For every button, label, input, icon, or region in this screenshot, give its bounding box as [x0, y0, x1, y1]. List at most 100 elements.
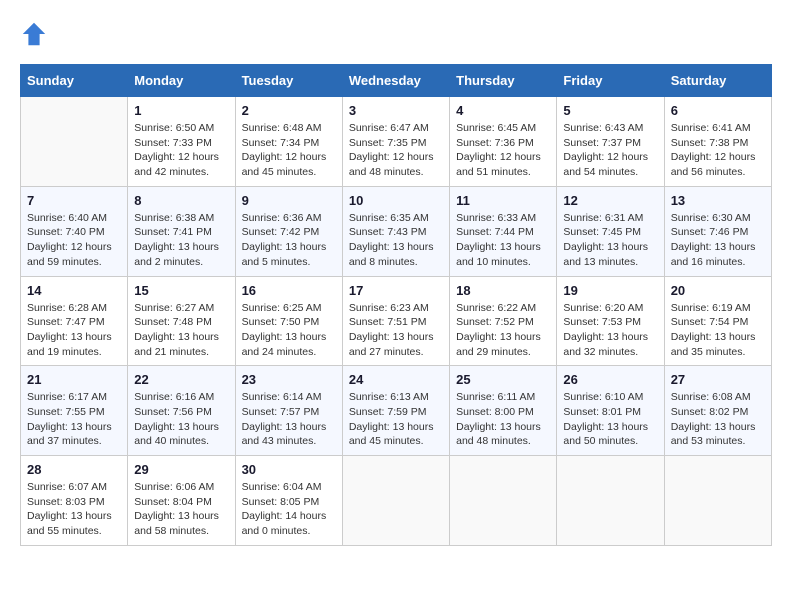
day-info: Sunrise: 6:31 AM Sunset: 7:45 PM Dayligh…: [563, 211, 657, 270]
day-number: 5: [563, 103, 657, 118]
page-header: [20, 20, 772, 48]
calendar-cell: 22Sunrise: 6:16 AM Sunset: 7:56 PM Dayli…: [128, 366, 235, 456]
logo-icon: [20, 20, 48, 48]
day-number: 23: [242, 372, 336, 387]
day-number: 17: [349, 283, 443, 298]
day-number: 13: [671, 193, 765, 208]
day-info: Sunrise: 6:08 AM Sunset: 8:02 PM Dayligh…: [671, 390, 765, 449]
day-info: Sunrise: 6:45 AM Sunset: 7:36 PM Dayligh…: [456, 121, 550, 180]
day-info: Sunrise: 6:11 AM Sunset: 8:00 PM Dayligh…: [456, 390, 550, 449]
day-info: Sunrise: 6:19 AM Sunset: 7:54 PM Dayligh…: [671, 301, 765, 360]
day-number: 8: [134, 193, 228, 208]
day-number: 1: [134, 103, 228, 118]
day-info: Sunrise: 6:13 AM Sunset: 7:59 PM Dayligh…: [349, 390, 443, 449]
day-info: Sunrise: 6:14 AM Sunset: 7:57 PM Dayligh…: [242, 390, 336, 449]
calendar-cell: 4 Sunrise: 6:45 AM Sunset: 7:36 PM Daylig…: [450, 97, 557, 187]
day-info: Sunrise: 6:41 AM Sunset: 7:38 PM Dayligh…: [671, 121, 765, 180]
calendar-cell: 20 Sunrise: 6:19 AM Sunset: 7:54 PM Dayli…: [664, 276, 771, 366]
calendar-week-row: 21 Sunrise: 6:17 AM Sunset: 7:55 PM Dayli…: [21, 366, 772, 456]
calendar-cell: 10Sunrise: 6:35 AM Sunset: 7:43 PM Dayli…: [342, 186, 449, 276]
calendar-cell: 2 Sunrise: 6:48 AM Sunset: 7:34 PM Daylig…: [235, 97, 342, 187]
calendar-cell: 21 Sunrise: 6:17 AM Sunset: 7:55 PM Dayli…: [21, 366, 128, 456]
day-info: Sunrise: 6:25 AM Sunset: 7:50 PM Dayligh…: [242, 301, 336, 360]
day-number: 21: [27, 372, 121, 387]
days-header-row: SundayMondayTuesdayWednesdayThursdayFrid…: [21, 65, 772, 97]
day-info: Sunrise: 6:23 AM Sunset: 7:51 PM Dayligh…: [349, 301, 443, 360]
calendar-cell: [664, 456, 771, 546]
calendar-table: SundayMondayTuesdayWednesdayThursdayFrid…: [20, 64, 772, 546]
calendar-cell: 5 Sunrise: 6:43 AM Sunset: 7:37 PM Daylig…: [557, 97, 664, 187]
calendar-cell: 14 Sunrise: 6:28 AM Sunset: 7:47 PM Dayli…: [21, 276, 128, 366]
day-number: 29: [134, 462, 228, 477]
day-info: Sunrise: 6:10 AM Sunset: 8:01 PM Dayligh…: [563, 390, 657, 449]
day-number: 7: [27, 193, 121, 208]
day-info: Sunrise: 6:33 AM Sunset: 7:44 PM Dayligh…: [456, 211, 550, 270]
calendar-cell: 13 Sunrise: 6:30 AM Sunset: 7:46 PM Dayli…: [664, 186, 771, 276]
day-info: Sunrise: 6:17 AM Sunset: 7:55 PM Dayligh…: [27, 390, 121, 449]
day-info: Sunrise: 6:36 AM Sunset: 7:42 PM Dayligh…: [242, 211, 336, 270]
day-number: 2: [242, 103, 336, 118]
day-info: Sunrise: 6:50 AM Sunset: 7:33 PM Dayligh…: [134, 121, 228, 180]
calendar-cell: 28 Sunrise: 6:07 AM Sunset: 8:03 PM Dayli…: [21, 456, 128, 546]
day-number: 28: [27, 462, 121, 477]
day-number: 3: [349, 103, 443, 118]
day-of-week-header: Wednesday: [342, 65, 449, 97]
day-number: 19: [563, 283, 657, 298]
day-of-week-header: Thursday: [450, 65, 557, 97]
day-number: 11: [456, 193, 550, 208]
day-number: 24: [349, 372, 443, 387]
day-number: 16: [242, 283, 336, 298]
calendar-cell: 23 Sunrise: 6:14 AM Sunset: 7:57 PM Dayli…: [235, 366, 342, 456]
day-info: Sunrise: 6:27 AM Sunset: 7:48 PM Dayligh…: [134, 301, 228, 360]
day-info: Sunrise: 6:38 AM Sunset: 7:41 PM Dayligh…: [134, 211, 228, 270]
calendar-cell: 1 Sunrise: 6:50 AM Sunset: 7:33 PM Daylig…: [128, 97, 235, 187]
calendar-cell: 11 Sunrise: 6:33 AM Sunset: 7:44 PM Dayli…: [450, 186, 557, 276]
day-number: 14: [27, 283, 121, 298]
calendar-cell: 8 Sunrise: 6:38 AM Sunset: 7:41 PM Daylig…: [128, 186, 235, 276]
day-of-week-header: Friday: [557, 65, 664, 97]
day-number: 27: [671, 372, 765, 387]
day-number: 9: [242, 193, 336, 208]
calendar-cell: [342, 456, 449, 546]
calendar-cell: 12 Sunrise: 6:31 AM Sunset: 7:45 PM Dayli…: [557, 186, 664, 276]
day-number: 4: [456, 103, 550, 118]
day-info: Sunrise: 6:16 AM Sunset: 7:56 PM Dayligh…: [134, 390, 228, 449]
day-info: Sunrise: 6:30 AM Sunset: 7:46 PM Dayligh…: [671, 211, 765, 270]
calendar-week-row: 28 Sunrise: 6:07 AM Sunset: 8:03 PM Dayli…: [21, 456, 772, 546]
calendar-cell: [450, 456, 557, 546]
day-number: 15: [134, 283, 228, 298]
day-info: Sunrise: 6:07 AM Sunset: 8:03 PM Dayligh…: [27, 480, 121, 539]
calendar-cell: 27 Sunrise: 6:08 AM Sunset: 8:02 PM Dayli…: [664, 366, 771, 456]
calendar-cell: 18Sunrise: 6:22 AM Sunset: 7:52 PM Dayli…: [450, 276, 557, 366]
day-of-week-header: Monday: [128, 65, 235, 97]
day-of-week-header: Sunday: [21, 65, 128, 97]
day-info: Sunrise: 6:48 AM Sunset: 7:34 PM Dayligh…: [242, 121, 336, 180]
calendar-week-row: 7 Sunrise: 6:40 AM Sunset: 7:40 PM Daylig…: [21, 186, 772, 276]
day-number: 6: [671, 103, 765, 118]
day-info: Sunrise: 6:22 AM Sunset: 7:52 PM Dayligh…: [456, 301, 550, 360]
day-info: Sunrise: 6:06 AM Sunset: 8:04 PM Dayligh…: [134, 480, 228, 539]
calendar-cell: 24 Sunrise: 6:13 AM Sunset: 7:59 PM Dayli…: [342, 366, 449, 456]
day-number: 10: [349, 193, 443, 208]
logo: [20, 20, 52, 48]
calendar-cell: 17 Sunrise: 6:23 AM Sunset: 7:51 PM Dayli…: [342, 276, 449, 366]
calendar-cell: 6 Sunrise: 6:41 AM Sunset: 7:38 PM Daylig…: [664, 97, 771, 187]
calendar-cell: 29 Sunrise: 6:06 AM Sunset: 8:04 PM Dayli…: [128, 456, 235, 546]
calendar-cell: [21, 97, 128, 187]
day-info: Sunrise: 6:43 AM Sunset: 7:37 PM Dayligh…: [563, 121, 657, 180]
day-info: Sunrise: 6:40 AM Sunset: 7:40 PM Dayligh…: [27, 211, 121, 270]
day-number: 20: [671, 283, 765, 298]
calendar-week-row: 1 Sunrise: 6:50 AM Sunset: 7:33 PM Daylig…: [21, 97, 772, 187]
day-info: Sunrise: 6:20 AM Sunset: 7:53 PM Dayligh…: [563, 301, 657, 360]
calendar-cell: 3Sunrise: 6:47 AM Sunset: 7:35 PM Daylig…: [342, 97, 449, 187]
calendar-cell: 25 Sunrise: 6:11 AM Sunset: 8:00 PM Dayli…: [450, 366, 557, 456]
calendar-cell: 15 Sunrise: 6:27 AM Sunset: 7:48 PM Dayli…: [128, 276, 235, 366]
calendar-week-row: 14 Sunrise: 6:28 AM Sunset: 7:47 PM Dayli…: [21, 276, 772, 366]
day-info: Sunrise: 6:04 AM Sunset: 8:05 PM Dayligh…: [242, 480, 336, 539]
day-number: 25: [456, 372, 550, 387]
calendar-cell: 26Sunrise: 6:10 AM Sunset: 8:01 PM Dayli…: [557, 366, 664, 456]
calendar-cell: [557, 456, 664, 546]
day-number: 12: [563, 193, 657, 208]
day-info: Sunrise: 6:28 AM Sunset: 7:47 PM Dayligh…: [27, 301, 121, 360]
calendar-cell: 30Sunrise: 6:04 AM Sunset: 8:05 PM Dayli…: [235, 456, 342, 546]
